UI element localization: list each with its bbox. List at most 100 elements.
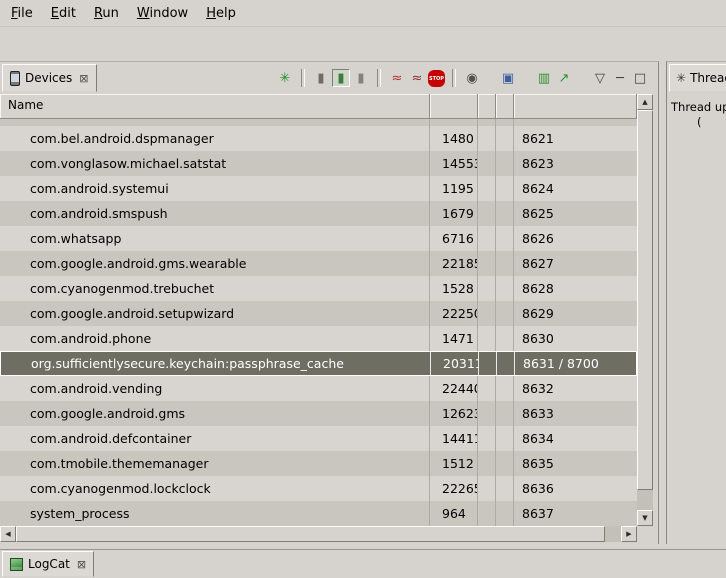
table-row[interactable]: org.sufficientlysecure.keychain:passphra…: [0, 351, 637, 376]
table-row[interactable]: com.android.smspush16798625: [0, 201, 637, 226]
pid-cell: 6716: [430, 226, 478, 251]
table-row[interactable]: com.cyanogenmod.lockclock222658636: [0, 476, 637, 501]
cause-gc-icon[interactable]: ▮: [352, 69, 370, 87]
tab-threads-label: Threads: [690, 71, 726, 85]
process-name-cell: com.google.android.gms.wearable: [0, 251, 430, 276]
pid-cell: 1195: [430, 176, 478, 201]
empty-cell: [478, 276, 496, 301]
table-row[interactable]: system_process9648637: [0, 501, 637, 526]
empty-cell: [496, 451, 514, 476]
column-header-blank2[interactable]: [496, 94, 514, 119]
dump-hprof-icon[interactable]: ▮: [332, 69, 350, 87]
empty-cell: [496, 301, 514, 326]
port-cell: 8626: [514, 226, 637, 251]
stop-icon[interactable]: STOP: [428, 70, 445, 87]
table-row[interactable]: com.android.vending224408632: [0, 376, 637, 401]
empty-cell: [514, 119, 637, 126]
port-cell: 8637: [514, 501, 637, 526]
view-menu-icon[interactable]: ▽: [591, 69, 609, 87]
debug-process-icon[interactable]: ✳: [276, 69, 294, 87]
scroll-up-button[interactable]: ▲: [637, 94, 653, 110]
port-cell: 8628: [514, 276, 637, 301]
menu-item-run[interactable]: Run: [85, 2, 128, 25]
table-row[interactable]: com.bel.android.dspmanager14808621: [0, 126, 637, 151]
empty-cell: [497, 352, 515, 375]
table-row[interactable]: com.android.phone14718630: [0, 326, 637, 351]
scroll-down-button[interactable]: ▼: [637, 510, 653, 526]
toolbar-gap: [518, 78, 534, 79]
sysinfo-icon[interactable]: ▥: [535, 69, 553, 87]
empty-cell: [478, 401, 496, 426]
vertical-scroll-thumb[interactable]: [637, 110, 653, 490]
tab-threads[interactable]: ✳ Threads: [669, 64, 726, 92]
table-row[interactable]: com.android.defcontainer144118634: [0, 426, 637, 451]
port-cell: 8631 / 8700: [515, 352, 636, 375]
table-row[interactable]: com.whatsapp67168626: [0, 226, 637, 251]
pid-cell: 22185: [430, 251, 478, 276]
method-profiling-icon[interactable]: ≈: [408, 69, 426, 87]
menu-item-help[interactable]: Help: [197, 2, 245, 25]
port-cell: 8625: [514, 201, 637, 226]
table-row[interactable]: com.cyanogenmod.trebuchet15288628: [0, 276, 637, 301]
table-row[interactable]: com.google.android.setupwizard222508629: [0, 301, 637, 326]
update-threads-icon[interactable]: ≈: [388, 69, 406, 87]
pid-cell: 12623: [430, 401, 478, 426]
table-row[interactable]: com.google.android.gms126238633: [0, 401, 637, 426]
column-header-name[interactable]: Name: [0, 94, 430, 119]
trace-icon[interactable]: ↗: [555, 69, 573, 87]
empty-cell: [496, 176, 514, 201]
column-header-port[interactable]: [514, 94, 637, 119]
empty-cell: [478, 501, 496, 526]
horizontal-scroll-thumb[interactable]: [16, 526, 605, 542]
process-name-cell: com.android.smspush: [0, 201, 430, 226]
column-header-blank1[interactable]: [478, 94, 496, 119]
menu-item-edit[interactable]: Edit: [42, 2, 85, 25]
process-name-cell: com.android.defcontainer: [0, 426, 430, 451]
empty-cell: [496, 376, 514, 401]
table-row[interactable]: com.vonglasow.michael.satstat145538623: [0, 151, 637, 176]
tab-logcat-label: LogCat: [28, 557, 70, 571]
toolbar-separator: [377, 69, 381, 87]
table-row[interactable]: com.google.android.gms.wearable221858627: [0, 251, 637, 276]
empty-cell: [496, 401, 514, 426]
pid-cell: 1471: [430, 326, 478, 351]
port-cell: 8635: [514, 451, 637, 476]
table-row[interactable]: com.tmobile.thememanager15128635: [0, 451, 637, 476]
process-name-cell: org.sufficientlysecure.keychain:passphra…: [1, 352, 431, 375]
vertical-scrollbar[interactable]: ▲ ▼: [637, 94, 653, 526]
scroll-left-button[interactable]: ◀: [0, 526, 16, 542]
menu-item-window[interactable]: Window: [128, 2, 197, 25]
menu-item-file[interactable]: File: [2, 2, 42, 25]
close-icon[interactable]: ⊠: [79, 72, 88, 85]
pid-cell: 1528: [430, 276, 478, 301]
empty-cell: [478, 326, 496, 351]
pid-cell: 22265: [430, 476, 478, 501]
empty-cell: [430, 119, 478, 126]
view-hierarchy-icon[interactable]: ▣: [499, 69, 517, 87]
port-cell: 8633: [514, 401, 637, 426]
toolbar-gap: [574, 78, 590, 79]
port-cell: 8623: [514, 151, 637, 176]
empty-cell: [496, 126, 514, 151]
minimize-icon[interactable]: ─: [611, 69, 629, 87]
tab-devices[interactable]: Devices ⊠: [2, 64, 97, 92]
pid-cell: 1480: [430, 126, 478, 151]
empty-cell: [478, 451, 496, 476]
close-icon[interactable]: ⊠: [77, 558, 86, 571]
column-header-pid[interactable]: [430, 94, 478, 119]
empty-cell: [478, 226, 496, 251]
empty-cell: [496, 226, 514, 251]
screen-capture-icon[interactable]: ◉: [463, 69, 481, 87]
pid-cell: 1512: [430, 451, 478, 476]
horizontal-scrollbar[interactable]: ◀ ▶: [0, 526, 637, 542]
threads-message-line1: Thread up: [671, 100, 726, 115]
scroll-right-button[interactable]: ▶: [621, 526, 637, 542]
logcat-icon: [10, 558, 23, 571]
table-row[interactable]: com.android.systemui11958624: [0, 176, 637, 201]
empty-cell: [0, 119, 430, 126]
maximize-icon[interactable]: □: [631, 69, 649, 87]
pid-cell: 964: [430, 501, 478, 526]
logcat-strip: LogCat ⊠: [0, 549, 726, 578]
tab-logcat[interactable]: LogCat ⊠: [2, 551, 94, 577]
update-heap-icon[interactable]: ▮: [312, 69, 330, 87]
